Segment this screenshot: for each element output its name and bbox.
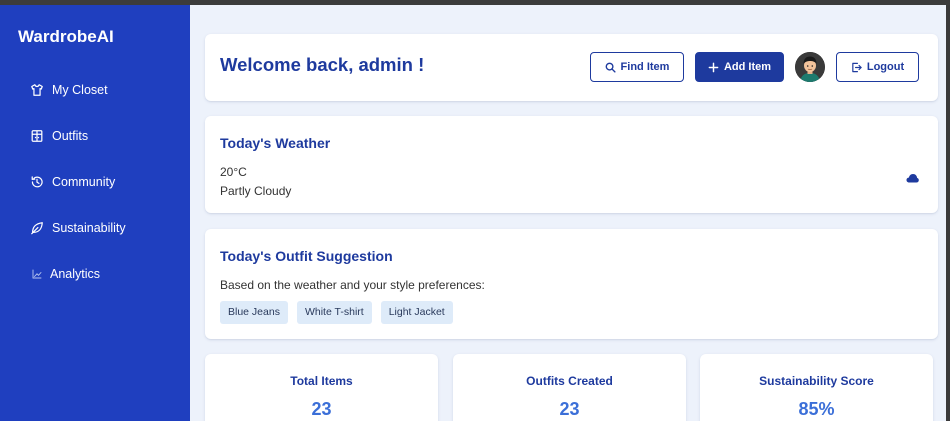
- sidebar-item-analytics[interactable]: Analytics: [32, 263, 100, 285]
- history-icon: [30, 175, 44, 189]
- outfit-tag: Light Jacket: [380, 301, 453, 324]
- stat-label: Outfits Created: [526, 374, 613, 388]
- logout-button[interactable]: Logout: [836, 52, 919, 82]
- wardrobe-icon: [30, 129, 44, 143]
- main-content: Welcome back, admin ! Find Item Add Item: [190, 5, 946, 421]
- page-title: Welcome back, admin !: [220, 54, 425, 75]
- outfit-tags: Blue Jeans White T-shirt Light Jacket: [220, 301, 453, 324]
- avatar[interactable]: [795, 52, 825, 82]
- sidebar-item-label: Sustainability: [52, 221, 126, 235]
- sidebar-item-my-closet[interactable]: My Closet: [30, 79, 108, 101]
- find-item-button[interactable]: Find Item: [590, 52, 684, 82]
- search-icon: [605, 62, 616, 73]
- sidebar-item-community[interactable]: Community: [30, 171, 115, 193]
- weather-temperature: 20°C: [220, 165, 247, 179]
- cloud-icon: [906, 174, 919, 183]
- sidebar-item-label: Analytics: [50, 267, 101, 281]
- weather-title: Today's Weather: [220, 135, 331, 151]
- sidebar-item-label: Outfits: [52, 129, 89, 143]
- find-item-label: Find Item: [620, 61, 670, 73]
- add-item-button[interactable]: Add Item: [695, 52, 784, 82]
- outfit-tag: Blue Jeans: [220, 301, 288, 324]
- weather-card: Today's Weather 20°C Partly Cloudy: [205, 116, 938, 213]
- leaf-icon: [30, 221, 44, 235]
- stat-outfits-created: Outfits Created 23: [453, 354, 686, 421]
- logout-label: Logout: [866, 61, 905, 73]
- outfit-tag: White T-shirt: [296, 301, 372, 324]
- stat-label: Total Items: [290, 374, 353, 388]
- sidebar: WardrobeAI My Closet Outfits Community S…: [0, 5, 190, 421]
- sidebar-item-outfits[interactable]: Outfits: [30, 125, 88, 147]
- add-item-label: Add Item: [723, 61, 772, 73]
- sidebar-item-sustainability[interactable]: Sustainability: [30, 217, 126, 239]
- chart-line-icon: [32, 269, 42, 279]
- header-card: Welcome back, admin ! Find Item Add Item: [205, 34, 938, 101]
- stat-sustainability-score: Sustainability Score 85%: [700, 354, 933, 421]
- shirt-icon: [30, 83, 44, 97]
- stat-label: Sustainability Score: [759, 374, 874, 388]
- stat-value: 23: [559, 399, 580, 419]
- sidebar-item-label: My Closet: [52, 83, 108, 97]
- app-logo: WardrobeAI: [18, 27, 114, 46]
- outfit-suggestion-card: Today's Outfit Suggestion Based on the w…: [205, 229, 938, 339]
- plus-icon: [708, 62, 719, 72]
- outfit-subtitle: Based on the weather and your style pref…: [220, 278, 485, 292]
- stat-value: 23: [311, 399, 332, 419]
- logout-icon: [852, 62, 862, 72]
- window-right-edge: [946, 5, 950, 421]
- sidebar-item-label: Community: [52, 175, 116, 189]
- stat-value: 85%: [798, 399, 835, 419]
- stat-total-items: Total Items 23: [205, 354, 438, 421]
- outfit-title: Today's Outfit Suggestion: [220, 248, 393, 264]
- weather-condition: Partly Cloudy: [220, 184, 292, 198]
